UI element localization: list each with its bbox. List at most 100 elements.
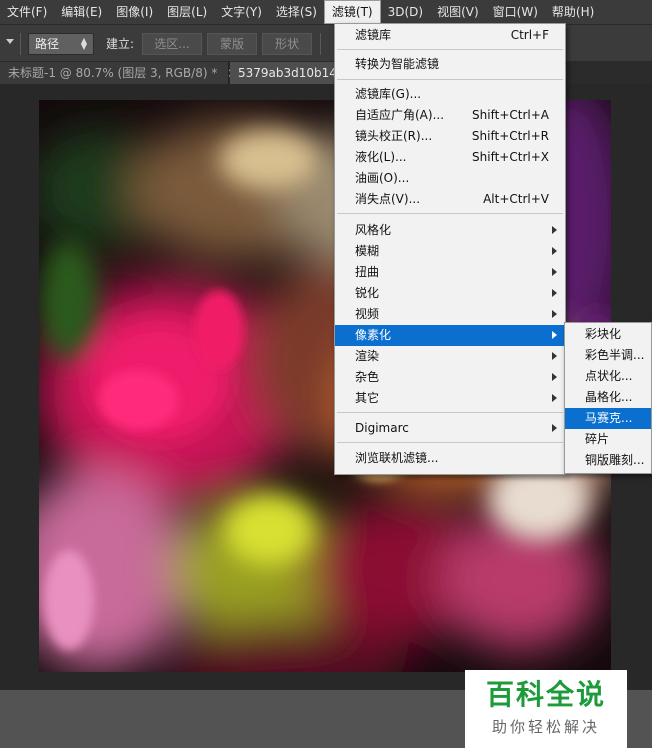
- submenu-arrow-icon: [552, 268, 557, 276]
- menu-help[interactable]: 帮助(H): [545, 0, 601, 24]
- menu-edit[interactable]: 编辑(E): [54, 0, 109, 24]
- menu-separator: [337, 213, 563, 214]
- menu-item-filter-gallery[interactable]: 滤镜库(G)...: [335, 84, 565, 105]
- menu-view[interactable]: 视图(V): [430, 0, 486, 24]
- submenu-arrow-icon: [552, 289, 557, 297]
- submenu-item-pointillize[interactable]: 点状化...: [565, 366, 651, 387]
- menu-item-label: 自适应广角(A)...: [355, 108, 445, 122]
- menu-item-sharpen[interactable]: 锐化: [335, 283, 565, 304]
- menu-item-vanishing-point[interactable]: 消失点(V)... Alt+Ctrl+V: [335, 189, 565, 210]
- tool-preset-chevron-icon[interactable]: [6, 39, 14, 44]
- watermark-title: 百科全说: [485, 678, 606, 711]
- menu-item-browse-online-filters[interactable]: 浏览联机滤镜...: [335, 448, 565, 469]
- watermark-subtitle: 助你轻松解决: [491, 718, 600, 736]
- menu-item-stylize[interactable]: 风格化: [335, 220, 565, 241]
- menu-filter[interactable]: 滤镜(T): [323, 0, 381, 24]
- menu-bar: 文件(F) 编辑(E) 图像(I) 图层(L) 文字(Y) 选择(S) 滤镜(T…: [0, 0, 652, 24]
- menu-item-label: 马赛克...: [585, 411, 633, 425]
- make-label: 建立:: [106, 37, 135, 51]
- menu-select[interactable]: 选择(S): [269, 0, 324, 24]
- submenu-arrow-icon: [552, 394, 557, 402]
- menu-item-label: 滤镜库(G)...: [355, 87, 422, 101]
- menu-item-label: 风格化: [355, 223, 392, 237]
- menu-separator: [337, 79, 563, 80]
- submenu-arrow-icon: [552, 331, 557, 339]
- submenu-arrow-icon: [552, 310, 557, 318]
- submenu-arrow-icon: [552, 247, 557, 255]
- submenu-arrow-icon: [552, 424, 557, 432]
- submenu-item-color-halftone[interactable]: 彩色半调...: [565, 345, 651, 366]
- menu-separator: [337, 412, 563, 413]
- make-mask-button[interactable]: 蒙版: [207, 33, 257, 55]
- menu-item-label: 彩块化: [585, 327, 622, 341]
- make-selection-button[interactable]: 选区...: [142, 33, 202, 55]
- options-divider: [20, 33, 21, 55]
- path-mode-select[interactable]: 路径 ▲ ▼: [28, 33, 94, 55]
- menu-item-shortcut: Shift+Ctrl+X: [472, 150, 549, 164]
- menu-item-label: 浏览联机滤镜...: [355, 451, 439, 465]
- menu-item-label: 镜头校正(R)...: [355, 129, 433, 143]
- menu-item-label: 点状化...: [585, 369, 633, 383]
- pixelate-submenu: 彩块化 彩色半调... 点状化... 晶格化... 马赛克... 碎片 铜版雕刻…: [564, 322, 652, 474]
- menu-item-shortcut: Shift+Ctrl+R: [471, 129, 549, 143]
- menu-item-digimarc[interactable]: Digimarc: [335, 418, 565, 439]
- menu-item-shortcut: Shift+Ctrl+A: [472, 108, 549, 122]
- menu-item-label: 扭曲: [355, 265, 380, 279]
- menu-item-label: Digimarc: [355, 421, 409, 435]
- menu-item-label: 铜版雕刻...: [585, 453, 645, 467]
- menu-item-liquify[interactable]: 液化(L)... Shift+Ctrl+X: [335, 147, 565, 168]
- watermark: 百科全说 助你轻松解决: [465, 670, 627, 748]
- menu-item-label: 液化(L)...: [355, 150, 407, 164]
- chevron-updown-icon: ▲ ▼: [80, 36, 87, 51]
- menu-item-label: 油画(O)...: [355, 171, 410, 185]
- submenu-item-mosaic[interactable]: 马赛克...: [565, 408, 651, 429]
- submenu-arrow-icon: [552, 373, 557, 381]
- menu-item-label: 消失点(V)...: [355, 192, 421, 206]
- menu-item-label: 碎片: [585, 432, 610, 446]
- menu-item-noise[interactable]: 杂色: [335, 367, 565, 388]
- submenu-item-facet[interactable]: 彩块化: [565, 324, 651, 345]
- menu-window[interactable]: 窗口(W): [486, 0, 545, 24]
- menu-item-adaptive-wide-angle[interactable]: 自适应广角(A)... Shift+Ctrl+A: [335, 105, 565, 126]
- tab-label: 5379ab3d10b14.: [238, 66, 341, 80]
- menu-item-label: 彩色半调...: [585, 348, 645, 362]
- menu-item-lens-correction[interactable]: 镜头校正(R)... Shift+Ctrl+R: [335, 126, 565, 147]
- path-mode-value: 路径: [35, 37, 60, 51]
- tab-label: 未标题-1 @ 80.7% (图层 3, RGB/8) *: [8, 66, 218, 80]
- menu-item-label: 模糊: [355, 244, 380, 258]
- submenu-item-mezzotint[interactable]: 铜版雕刻...: [565, 450, 651, 471]
- make-shape-button[interactable]: 形状: [262, 33, 312, 55]
- menu-item-shortcut: Ctrl+F: [510, 28, 549, 42]
- menu-item-shortcut: Alt+Ctrl+V: [483, 192, 549, 206]
- options-divider: [320, 33, 321, 55]
- menu-item-label: 像素化: [355, 328, 392, 342]
- menu-item-video[interactable]: 视频: [335, 304, 565, 325]
- menu-separator: [337, 49, 563, 50]
- menu-item-label: 视频: [355, 307, 380, 321]
- menu-item-label: 滤镜库: [355, 28, 392, 42]
- menu-item-render[interactable]: 渲染: [335, 346, 565, 367]
- menu-item-label: 渲染: [355, 349, 380, 363]
- menu-separator: [337, 442, 563, 443]
- menu-file[interactable]: 文件(F): [0, 0, 54, 24]
- menu-item-filter-gallery-last[interactable]: 滤镜库 Ctrl+F: [335, 25, 565, 46]
- menu-item-label: 锐化: [355, 286, 380, 300]
- menu-item-label: 其它: [355, 391, 380, 405]
- menu-item-convert-smart-filter[interactable]: 转换为智能滤镜: [335, 54, 565, 75]
- submenu-item-crystallize[interactable]: 晶格化...: [565, 387, 651, 408]
- menu-item-oil-paint[interactable]: 油画(O)...: [335, 168, 565, 189]
- menu-3d[interactable]: 3D(D): [381, 0, 430, 24]
- menu-item-other[interactable]: 其它: [335, 388, 565, 409]
- menu-item-label: 晶格化...: [585, 390, 633, 404]
- menu-type[interactable]: 文字(Y): [214, 0, 269, 24]
- menu-item-distort[interactable]: 扭曲: [335, 262, 565, 283]
- menu-item-blur[interactable]: 模糊: [335, 241, 565, 262]
- menu-item-pixelate[interactable]: 像素化: [335, 325, 565, 346]
- submenu-arrow-icon: [552, 352, 557, 360]
- menu-item-label: 杂色: [355, 370, 380, 384]
- menu-layer[interactable]: 图层(L): [160, 0, 214, 24]
- submenu-item-fragment[interactable]: 碎片: [565, 429, 651, 450]
- menu-image[interactable]: 图像(I): [109, 0, 160, 24]
- menu-item-label: 转换为智能滤镜: [355, 57, 440, 71]
- tab-untitled-1[interactable]: 未标题-1 @ 80.7% (图层 3, RGB/8) *×: [0, 62, 237, 84]
